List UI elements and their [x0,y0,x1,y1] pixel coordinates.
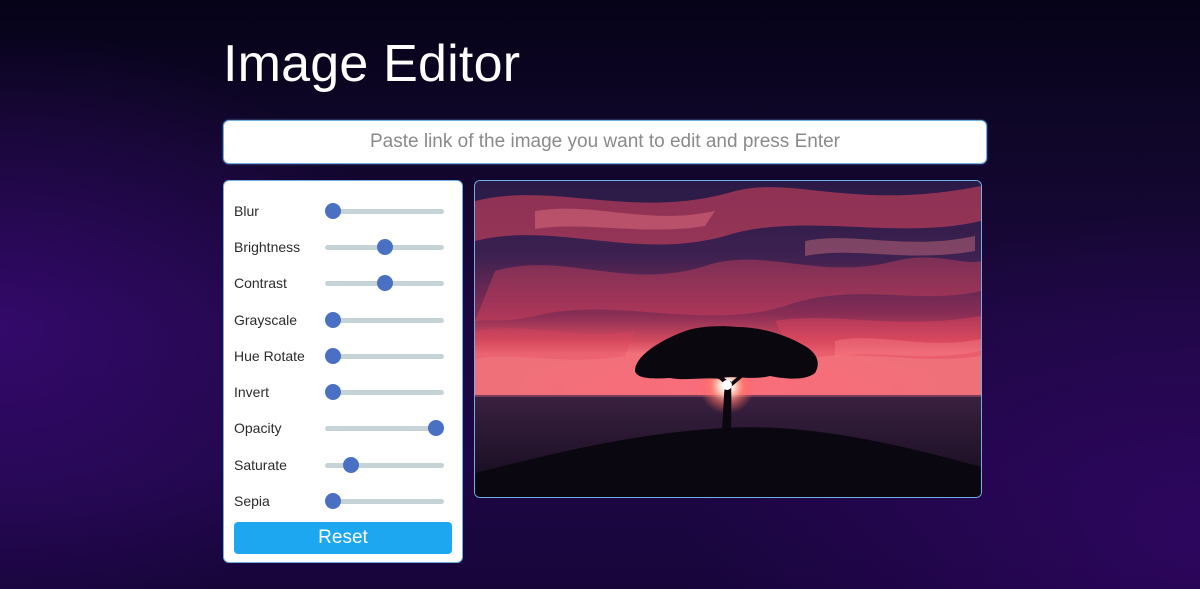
filter-label: Blur [234,203,259,219]
slider-thumb[interactable] [342,457,359,473]
filter-label: Opacity [234,420,282,436]
slider-thumb[interactable] [325,493,341,509]
contrast-slider[interactable] [325,275,444,291]
saturate-slider[interactable] [325,457,444,473]
filter-row-blur: Blur [234,199,446,223]
page-title: Image Editor [223,35,521,93]
filter-row-grayscale: Grayscale [234,308,446,332]
image-preview [474,180,982,498]
slider-thumb[interactable] [325,203,341,219]
hue-rotate-slider[interactable] [325,348,444,364]
filter-label: Contrast [234,275,287,291]
brightness-slider[interactable] [325,239,444,255]
reset-button[interactable]: Reset [234,522,452,554]
slider-thumb[interactable] [428,420,444,436]
grayscale-slider[interactable] [325,312,444,328]
filter-row-contrast: Contrast [234,271,446,295]
filter-row-opacity: Opacity [234,416,446,440]
filter-row-saturate: Saturate [234,453,446,477]
filter-label: Grayscale [234,312,298,328]
slider-thumb[interactable] [376,275,393,291]
blur-slider[interactable] [325,203,444,219]
filter-row-brightness: Brightness [234,235,446,259]
filter-label: Hue Rotate [234,348,305,364]
filter-row-hue-rotate: Hue Rotate [234,344,446,368]
filter-label: Saturate [234,457,287,473]
filter-row-invert: Invert [234,380,446,404]
opacity-slider[interactable] [325,420,444,436]
image-url-input[interactable] [223,120,987,164]
filter-controls-panel: Blur Brightness Contrast Grayscale Hue R… [223,180,463,563]
filter-label: Brightness [234,239,301,255]
filter-label: Sepia [234,493,270,509]
sunset-tree-image [475,181,981,497]
invert-slider[interactable] [325,384,444,400]
slider-thumb[interactable] [325,384,341,400]
slider-thumb[interactable] [376,239,393,255]
slider-thumb[interactable] [325,348,341,364]
sepia-slider[interactable] [325,493,444,509]
filter-row-sepia: Sepia [234,489,446,513]
slider-thumb[interactable] [325,312,341,328]
filter-label: Invert [234,384,270,400]
